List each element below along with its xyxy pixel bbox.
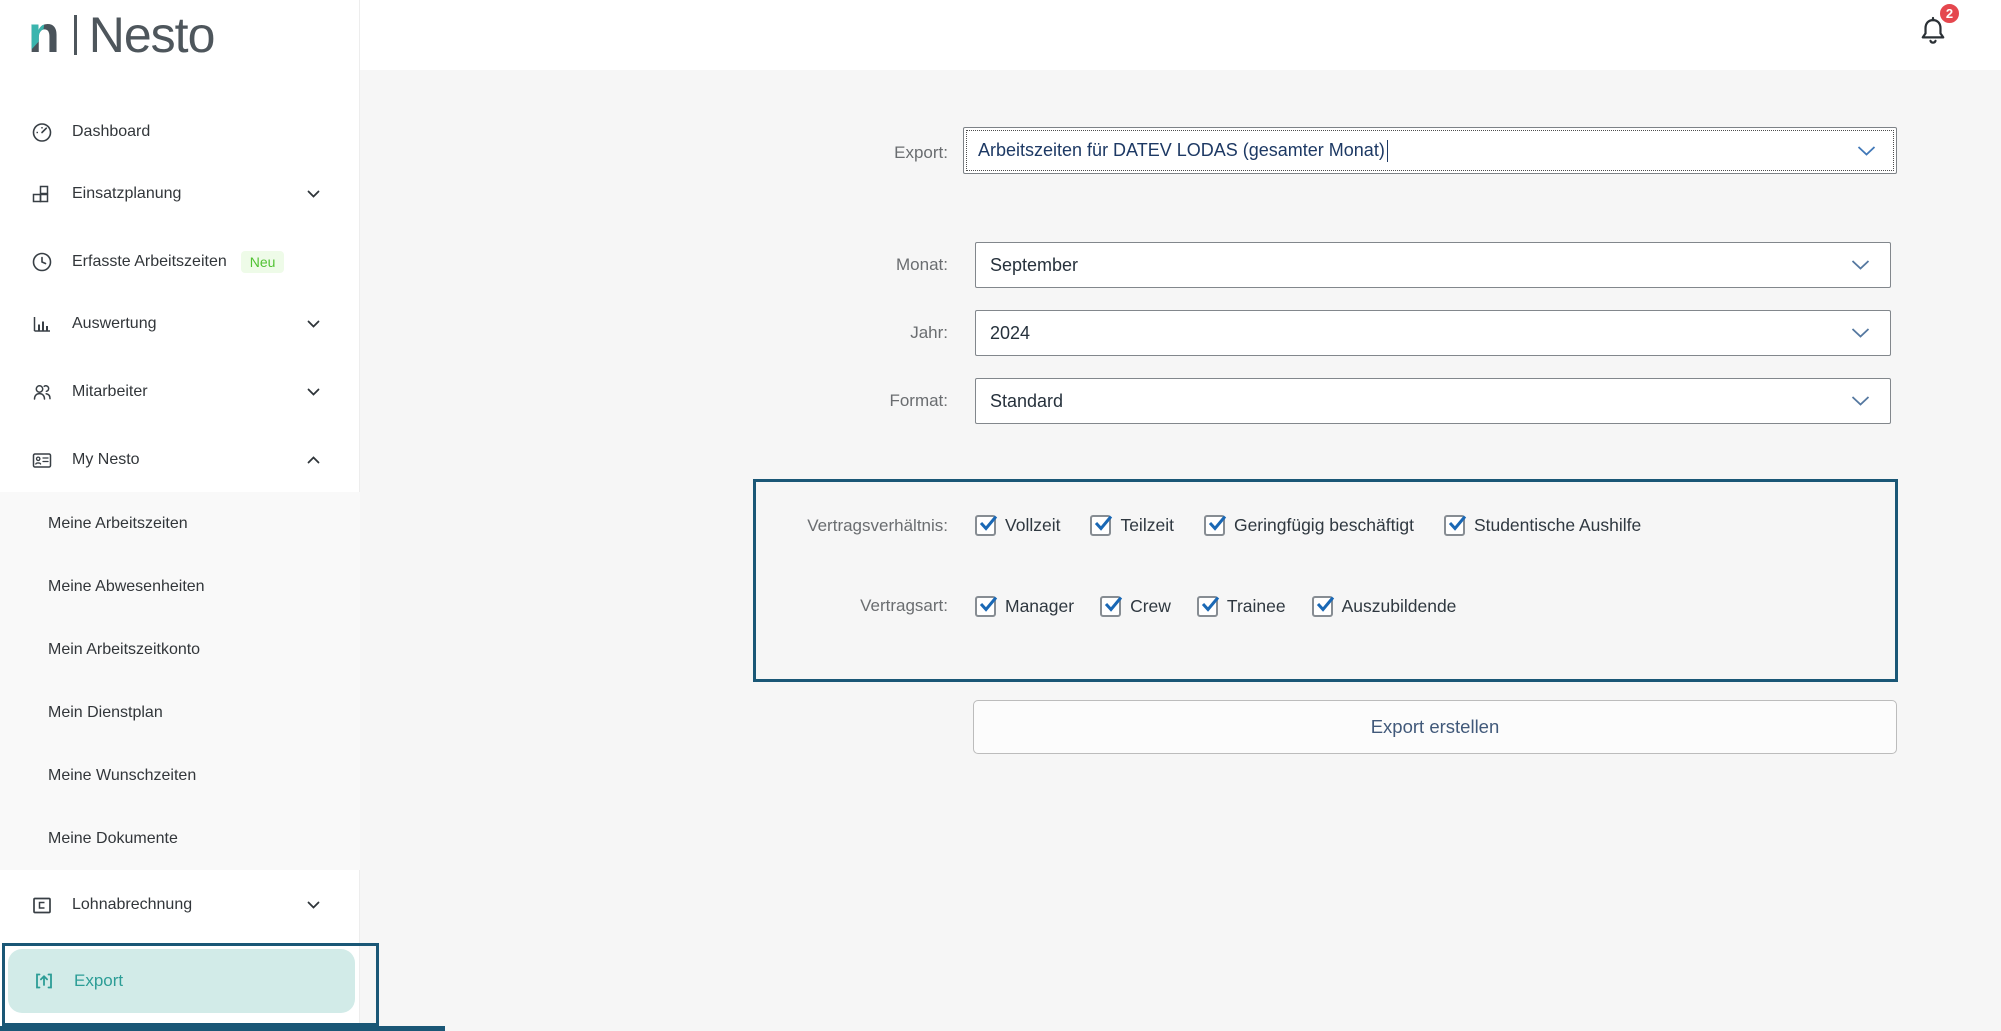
- neu-badge: Neu: [241, 251, 285, 273]
- export-erstellen-button[interactable]: Export erstellen: [973, 700, 1897, 754]
- checkbox-label: Teilzeit: [1120, 515, 1174, 536]
- monat-select-label: Monat:: [698, 254, 948, 276]
- sidebar-item-label: Auswertung: [72, 315, 157, 333]
- checkbox-auszubildende[interactable]: Auszubildende: [1312, 596, 1457, 617]
- checkbox-label: Vollzeit: [1005, 515, 1060, 536]
- chevron-up-icon: [307, 456, 320, 464]
- checkbox-label: Auszubildende: [1342, 596, 1457, 617]
- vertragsart-options: Manager Crew Trainee Auszubildende: [975, 593, 1456, 619]
- checkbox-checked-icon: [975, 515, 996, 536]
- planning-grid-icon: [30, 182, 54, 206]
- payroll-icon: [30, 893, 54, 917]
- filters-annotation-box: [753, 479, 1898, 682]
- sidebar-item-label: My Nesto: [72, 451, 140, 469]
- people-icon: [30, 380, 54, 404]
- gauge-icon: [30, 120, 54, 144]
- sidebar-item-label: Export: [74, 971, 123, 991]
- chevron-down-icon: [307, 901, 320, 909]
- sidebar-item-label: Dashboard: [72, 123, 150, 141]
- sidebar-item-label: Lohnabrechnung: [72, 896, 192, 914]
- chevron-down-icon: [1857, 145, 1876, 156]
- chevron-down-icon: [307, 190, 320, 198]
- jahr-select[interactable]: 2024: [975, 310, 1891, 356]
- submenu-item-mein-dienstplan[interactable]: Mein Dienstplan: [0, 681, 360, 744]
- sidebar-item-mitarbeiter[interactable]: Mitarbeiter: [0, 372, 360, 412]
- export-select-value: Arbeitszeiten für DATEV LODAS (gesamter …: [964, 140, 1385, 161]
- checkbox-manager[interactable]: Manager: [975, 596, 1074, 617]
- checkbox-trainee[interactable]: Trainee: [1197, 596, 1286, 617]
- monat-select[interactable]: September: [975, 242, 1891, 288]
- checkbox-label: Crew: [1130, 596, 1171, 617]
- format-select-value: Standard: [976, 391, 1063, 412]
- id-card-icon: [30, 448, 54, 472]
- app-window: 2 Export: Monat: Jahr: Format: Vertragsv…: [0, 0, 2001, 1031]
- chevron-down-icon: [307, 388, 320, 396]
- checkbox-checked-icon: [1204, 515, 1225, 536]
- checkbox-studentische-aushilfe[interactable]: Studentische Aushilfe: [1444, 515, 1641, 536]
- sidebar-item-lohnabrechnung[interactable]: Lohnabrechnung: [0, 885, 360, 925]
- jahr-select-value: 2024: [976, 323, 1030, 344]
- sidebar-item-dashboard[interactable]: Dashboard: [0, 112, 360, 152]
- chevron-down-icon: [1851, 260, 1870, 271]
- checkbox-label: Studentische Aushilfe: [1474, 515, 1641, 536]
- bar-chart-icon: [30, 312, 54, 336]
- checkbox-label: Manager: [1005, 596, 1074, 617]
- checkbox-checked-icon: [1197, 596, 1218, 617]
- logo-letter: n n: [28, 9, 60, 61]
- sidebar-item-label: Einsatzplanung: [72, 185, 181, 203]
- checkbox-checked-icon: [1312, 596, 1333, 617]
- submenu-item-meine-dokumente[interactable]: Meine Dokumente: [0, 807, 360, 870]
- checkbox-checked-icon: [1090, 515, 1111, 536]
- submenu-item-meine-abwesenheiten[interactable]: Meine Abwesenheiten: [0, 555, 360, 618]
- nesto-logo: n n Nesto: [28, 4, 214, 66]
- format-select-label: Format:: [698, 390, 948, 412]
- sidebar-item-erfasste-arbeitszeiten[interactable]: Erfasste Arbeitszeiten Neu: [0, 242, 360, 282]
- logo-divider: [74, 15, 77, 55]
- sidebar-item-auswertung[interactable]: Auswertung: [0, 304, 360, 344]
- format-select[interactable]: Standard: [975, 378, 1891, 424]
- chevron-down-icon: [307, 320, 320, 328]
- clock-icon: [30, 250, 54, 274]
- checkbox-geringfuegig-beschaeftigt[interactable]: Geringfügig beschäftigt: [1204, 515, 1414, 536]
- export-upload-icon: [32, 969, 56, 993]
- checkbox-label: Geringfügig beschäftigt: [1234, 515, 1414, 536]
- sidebar-item-my-nesto[interactable]: My Nesto: [0, 440, 360, 480]
- chevron-down-icon: [1851, 396, 1870, 407]
- monat-select-value: September: [976, 255, 1078, 276]
- export-select-label: Export:: [698, 142, 948, 164]
- submenu-item-meine-arbeitszeiten[interactable]: Meine Arbeitszeiten: [0, 492, 360, 555]
- text-cursor: [1387, 140, 1389, 162]
- checkbox-vollzeit[interactable]: Vollzeit: [975, 515, 1060, 536]
- jahr-select-label: Jahr:: [698, 322, 948, 344]
- sidebar-item-einsatzplanung[interactable]: Einsatzplanung: [0, 174, 360, 214]
- checkbox-crew[interactable]: Crew: [1100, 596, 1171, 617]
- vertragsverhaeltnis-label: Vertragsverhältnis:: [698, 515, 948, 537]
- checkbox-label: Trainee: [1227, 596, 1286, 617]
- submenu-item-mein-arbeitszeitkonto[interactable]: Mein Arbeitszeitkonto: [0, 618, 360, 681]
- chevron-down-icon: [1851, 328, 1870, 339]
- submenu-item-meine-wunschzeiten[interactable]: Meine Wunschzeiten: [0, 744, 360, 807]
- my-nesto-submenu: Meine Arbeitszeiten Meine Abwesenheiten …: [0, 492, 360, 870]
- sidebar-item-export[interactable]: Export: [8, 949, 355, 1013]
- checkbox-checked-icon: [975, 596, 996, 617]
- notifications-button[interactable]: 2: [1908, 2, 1964, 58]
- checkbox-checked-icon: [1444, 515, 1465, 536]
- checkbox-teilzeit[interactable]: Teilzeit: [1090, 515, 1174, 536]
- logo-name: Nesto: [89, 6, 215, 64]
- sidebar-item-label: Erfasste Arbeitszeiten: [72, 253, 227, 271]
- export-select[interactable]: Arbeitszeiten für DATEV LODAS (gesamter …: [963, 127, 1897, 174]
- vertragsart-label: Vertragsart:: [698, 595, 948, 617]
- vertragsverhaeltnis-options: Vollzeit Teilzeit Geringfügig beschäftig…: [975, 512, 1641, 538]
- checkbox-checked-icon: [1100, 596, 1121, 617]
- notification-badge: 2: [1938, 2, 1961, 25]
- sidebar: n n Nesto Dashboard Einsatzplanung: [0, 0, 360, 1031]
- sidebar-item-label: Mitarbeiter: [72, 383, 148, 401]
